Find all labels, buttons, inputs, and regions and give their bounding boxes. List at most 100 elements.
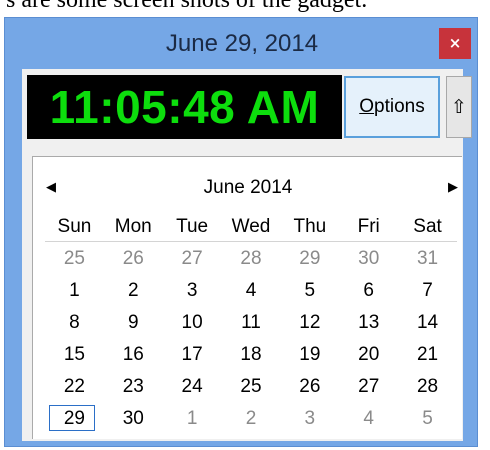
month-title[interactable]: June 2014 <box>33 176 463 200</box>
day-cell[interactable]: 5 <box>398 403 457 435</box>
day-number: 27 <box>181 248 203 269</box>
arrow-right-icon: ▶ <box>448 180 458 195</box>
day-grid: 25 26 27 28 29 30 31 1 2 3 4 5 6 7 8 9 10 11 12 13 14 15 16 17 1… <box>45 243 457 435</box>
day-number: 5 <box>304 280 316 301</box>
day-number: 20 <box>358 344 380 365</box>
day-number: 25 <box>240 376 262 397</box>
day-number: 6 <box>363 280 374 301</box>
weekday-label: Sun <box>57 216 92 237</box>
day-cell[interactable]: 29 <box>280 243 339 275</box>
day-cell[interactable]: 20 <box>339 339 398 371</box>
day-number: 26 <box>122 248 144 269</box>
day-number: 15 <box>63 344 85 365</box>
weekday-label: Tue <box>176 216 209 237</box>
next-month-button[interactable]: ▶ <box>445 180 461 196</box>
day-number: 28 <box>416 376 439 397</box>
day-cell[interactable]: 31 <box>398 243 457 275</box>
day-number: 3 <box>304 408 316 429</box>
day-number: 13 <box>358 312 380 333</box>
weekday-label: Mon <box>114 216 152 237</box>
day-cell[interactable]: 11 <box>222 307 281 339</box>
day-cell[interactable]: 27 <box>163 243 222 275</box>
day-number: 9 <box>127 312 139 333</box>
day-number: 18 <box>240 344 262 365</box>
day-cell[interactable]: 16 <box>104 339 163 371</box>
gadget-body: 11:05:48 AM Options ⇧ ◀ June 2014 ▶ Sun M… <box>22 69 472 441</box>
weekday-label: Sat <box>413 216 442 237</box>
day-number: 24 <box>181 376 203 397</box>
day-cell[interactable]: 3 <box>163 275 222 307</box>
month-calendar: ◀ June 2014 ▶ Sun Mon Tue Wed Thu Fri Sat 25 26… <box>32 156 462 439</box>
day-number: 2 <box>127 280 139 301</box>
page-caption: s are some screen shots of the gadget. <box>6 0 368 13</box>
collapse-button[interactable]: ⇧ <box>446 76 472 138</box>
day-number: 14 <box>416 312 439 333</box>
day-cell[interactable]: 24 <box>163 371 222 403</box>
day-cell[interactable]: 22 <box>45 371 104 403</box>
day-number: 1 <box>186 408 198 429</box>
day-cell[interactable]: 9 <box>104 307 163 339</box>
day-cell[interactable]: 25 <box>222 371 281 403</box>
day-number: 22 <box>63 376 85 397</box>
day-number: 16 <box>122 344 144 365</box>
day-cell[interactable]: 26 <box>280 371 339 403</box>
day-cell[interactable]: 1 <box>45 275 104 307</box>
options-button[interactable]: Options <box>344 76 440 138</box>
day-cell[interactable]: 28 <box>398 371 457 403</box>
day-number: 19 <box>299 344 321 365</box>
day-cell[interactable]: 6 <box>339 275 398 307</box>
day-cell[interactable]: 30 <box>104 403 163 435</box>
day-cell[interactable]: 8 <box>45 307 104 339</box>
day-number: 28 <box>240 248 262 269</box>
day-number: 31 <box>416 248 439 269</box>
gadget-window: June 29, 2014 × 11:05:48 AM Options ⇧ ◀ … <box>4 17 478 447</box>
day-cell[interactable]: 3 <box>280 403 339 435</box>
day-number: 23 <box>122 376 144 397</box>
day-cell[interactable]: 2 <box>222 403 281 435</box>
day-cell[interactable]: 27 <box>339 371 398 403</box>
options-label: ptions <box>374 96 425 117</box>
weekday-label: Wed <box>231 216 271 237</box>
day-cell[interactable]: 4 <box>339 403 398 435</box>
day-cell[interactable]: 15 <box>45 339 104 371</box>
arrow-up-icon: ⇧ <box>451 96 467 118</box>
day-cell[interactable]: 25 <box>45 243 104 275</box>
day-number: 26 <box>299 376 321 397</box>
weekday-label: Fri <box>357 216 380 237</box>
weekday-label: Thu <box>293 216 327 237</box>
options-mnemonic: O <box>359 96 375 117</box>
day-number: 27 <box>358 376 380 397</box>
day-number: 1 <box>69 280 80 301</box>
day-cell[interactable]: 19 <box>280 339 339 371</box>
day-cell[interactable]: 14 <box>398 307 457 339</box>
day-number: 29 <box>299 248 321 269</box>
day-number: 30 <box>122 408 144 429</box>
day-cell[interactable]: 28 <box>222 243 281 275</box>
close-button[interactable]: × <box>439 28 471 59</box>
day-number: 29 <box>63 408 85 429</box>
day-cell[interactable]: 17 <box>163 339 222 371</box>
day-cell[interactable]: 21 <box>398 339 457 371</box>
day-number: 5 <box>422 408 433 429</box>
day-number: 25 <box>63 248 85 269</box>
day-cell[interactable]: 13 <box>339 307 398 339</box>
day-cell[interactable]: 4 <box>222 275 281 307</box>
day-cell[interactable]: 5 <box>280 275 339 307</box>
day-cell[interactable]: 30 <box>339 243 398 275</box>
day-cell[interactable]: 23 <box>104 371 163 403</box>
day-number: 4 <box>363 408 374 429</box>
day-cell[interactable]: 26 <box>104 243 163 275</box>
day-number: 4 <box>245 280 257 301</box>
day-cell[interactable]: 1 <box>163 403 222 435</box>
day-cell[interactable]: 10 <box>163 307 222 339</box>
day-number: 8 <box>69 312 80 333</box>
day-cell[interactable]: 2 <box>104 275 163 307</box>
day-number: 10 <box>181 312 203 333</box>
day-cell-today[interactable]: 29 <box>45 403 104 435</box>
day-cell[interactable]: 12 <box>280 307 339 339</box>
day-number: 21 <box>416 344 439 365</box>
day-cell[interactable]: 7 <box>398 275 457 307</box>
day-cell[interactable]: 18 <box>222 339 281 371</box>
day-number: 12 <box>299 312 321 333</box>
day-number: 17 <box>181 344 203 365</box>
